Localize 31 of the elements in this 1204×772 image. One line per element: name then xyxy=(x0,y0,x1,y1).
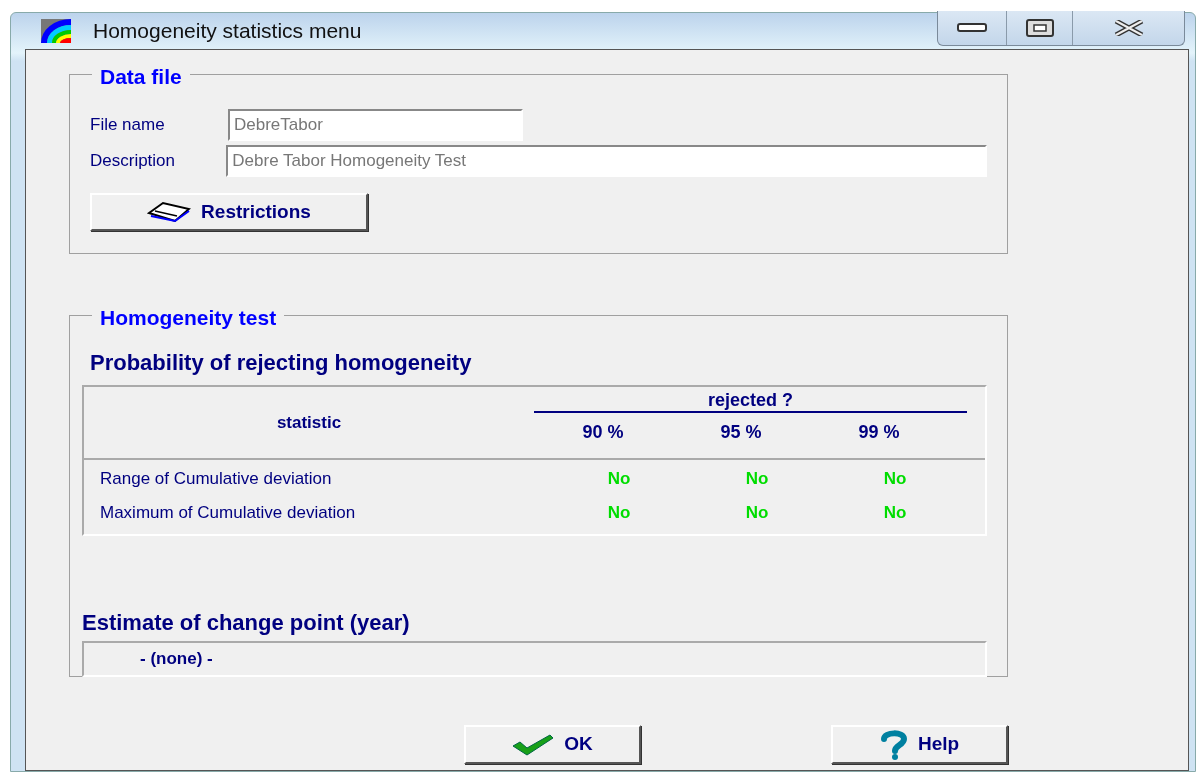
result-cell: No xyxy=(745,469,769,489)
result-cell: No xyxy=(607,503,631,523)
window-title: Homogeneity statistics menu xyxy=(93,18,362,45)
section-heading: Probability of rejecting homogeneity xyxy=(90,349,473,377)
result-cell: No xyxy=(607,469,631,489)
column-header: 95 % xyxy=(720,422,762,442)
field-label: File name xyxy=(90,114,166,137)
result-cell: No xyxy=(883,503,907,523)
table-cell: Range of Cumulative deviation xyxy=(100,469,332,489)
close-icon xyxy=(1113,20,1144,36)
column-group-header: rejected ? xyxy=(707,390,793,410)
column-header: 90 % xyxy=(582,422,624,442)
text-field[interactable]: DebreTabor xyxy=(228,109,523,141)
result-cell: No xyxy=(745,503,769,523)
ok-button[interactable]: OK xyxy=(464,725,641,764)
minimize-icon xyxy=(957,23,987,33)
restrictions-button[interactable]: Restrictions xyxy=(90,193,368,231)
section-heading: Estimate of change point (year) xyxy=(82,609,411,637)
column-header: statistic xyxy=(276,411,342,434)
help-button[interactable]: Help xyxy=(831,725,1008,764)
result-cell: No xyxy=(883,469,907,489)
maximize-icon xyxy=(1025,19,1054,37)
app-icon xyxy=(41,19,71,43)
book-icon xyxy=(147,201,192,223)
question-mark-icon xyxy=(879,729,908,760)
change-point-field: - (none) - xyxy=(82,641,987,677)
field-label: Description xyxy=(90,150,177,173)
column-header: 99 % xyxy=(858,422,900,442)
text-field[interactable]: Debre Tabor Homogeneity Test xyxy=(226,145,987,177)
checkmark-icon xyxy=(512,733,555,756)
table-cell: Maximum of Cumulative deviation xyxy=(100,503,356,523)
